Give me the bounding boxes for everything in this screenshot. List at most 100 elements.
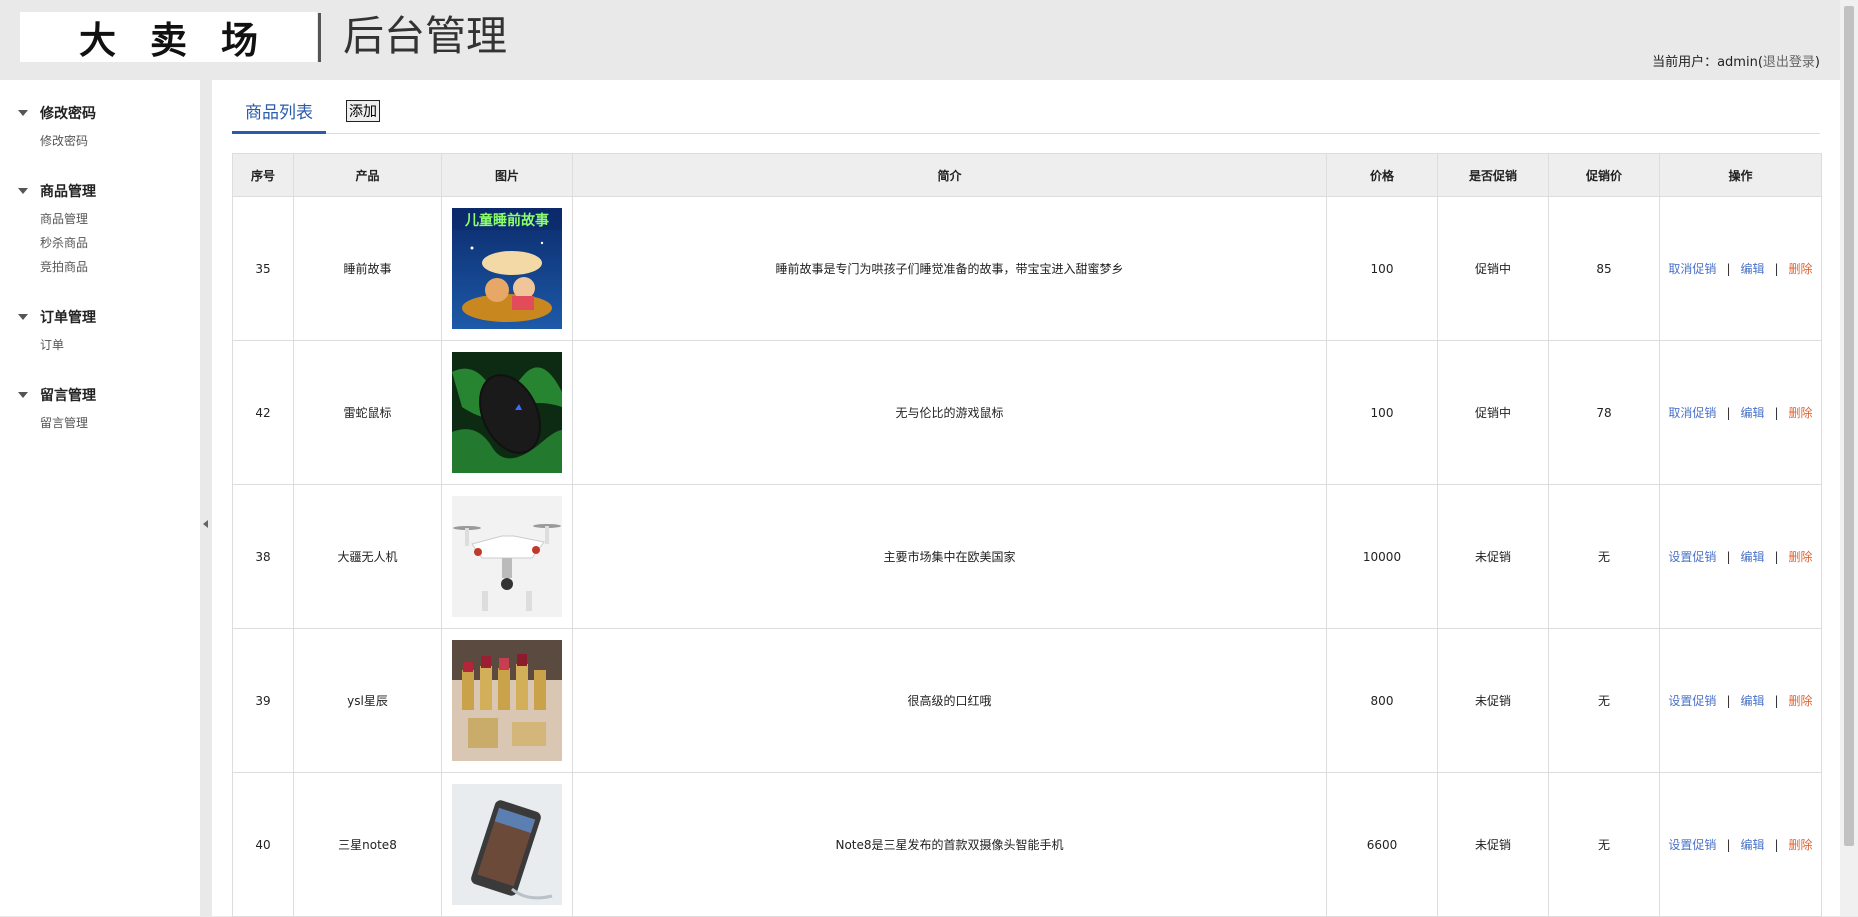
cell-description: 很高级的口红哦 xyxy=(572,628,1327,773)
product-image-lipstick xyxy=(452,640,562,761)
sidebar-group-header[interactable]: 修改密码 xyxy=(0,101,200,125)
table-row: 35 睡前故事 儿童睡前故事 睡前故事是专门为哄孩子们睡觉准备的故事，带宝宝进入… xyxy=(232,196,1822,341)
table-row: 40 三星note8 Note8是三星发布的首款双摄像头智能手机 6600 未促… xyxy=(232,772,1822,917)
column-header: 图片 xyxy=(441,153,573,197)
column-header: 操作 xyxy=(1659,153,1822,197)
sidebar-item-products[interactable]: 商品管理 xyxy=(0,207,200,231)
caret-down-icon xyxy=(18,188,28,194)
cell-promo-status: 未促销 xyxy=(1437,628,1549,773)
cell-description: 无与伦比的游戏鼠标 xyxy=(572,340,1327,485)
cancel-promo-link[interactable]: 取消促销 xyxy=(1668,406,1716,420)
sidebar-item-auction[interactable]: 竞拍商品 xyxy=(0,255,200,279)
cell-image xyxy=(441,340,573,485)
logout-link[interactable]: 退出登录 xyxy=(1763,55,1815,70)
set-promo-link[interactable]: 设置促销 xyxy=(1668,550,1716,564)
cell-actions: 设置促销 | 编辑 | 删除 xyxy=(1659,484,1822,629)
column-header: 序号 xyxy=(232,153,294,197)
set-promo-link[interactable]: 设置促销 xyxy=(1668,694,1716,708)
set-promo-link[interactable]: 设置促销 xyxy=(1668,838,1716,852)
separator: | xyxy=(1726,694,1731,708)
separator: | xyxy=(1774,550,1779,564)
edit-link[interactable]: 编辑 xyxy=(1740,694,1764,708)
cell-image: 儿童睡前故事 xyxy=(441,196,573,341)
scrollbar-thumb[interactable] xyxy=(1844,6,1854,846)
separator: | xyxy=(1726,838,1731,852)
cell-promo-price: 无 xyxy=(1548,484,1660,629)
cell-promo-price: 85 xyxy=(1548,196,1660,341)
delete-link[interactable]: 删除 xyxy=(1789,550,1813,564)
table-row: 39 ysl星辰 很高级的口红哦 800 未促销 无 设置促销 | 编辑 | 删… xyxy=(232,628,1822,773)
current-user-label: 当前用户：admin( xyxy=(1652,55,1763,70)
cell-promo-price: 无 xyxy=(1548,772,1660,917)
logo-text: 大卖场 xyxy=(79,18,292,62)
caret-down-icon xyxy=(18,314,28,320)
sidebar-item-flash-sale[interactable]: 秒杀商品 xyxy=(0,231,200,255)
cell-price: 100 xyxy=(1326,196,1438,341)
sidebar-group-title: 订单管理 xyxy=(40,310,96,326)
sidebar-group-title: 留言管理 xyxy=(40,388,96,404)
cell-description: 主要市场集中在欧美国家 xyxy=(572,484,1327,629)
column-header: 价格 xyxy=(1326,153,1438,197)
collapse-arrow-icon[interactable] xyxy=(203,520,208,528)
cell-id: 40 xyxy=(232,772,294,917)
cell-description: Note8是三星发布的首款双摄像头智能手机 xyxy=(572,772,1327,917)
cell-price: 10000 xyxy=(1326,484,1438,629)
product-image-drone xyxy=(452,496,562,617)
page-scrollbar[interactable] xyxy=(1840,0,1858,916)
sidebar-item-change-password[interactable]: 修改密码 xyxy=(0,129,200,153)
edit-link[interactable]: 编辑 xyxy=(1740,838,1764,852)
tab-product-list[interactable]: 商品列表 xyxy=(232,90,326,134)
cell-price: 100 xyxy=(1326,340,1438,485)
header-divider xyxy=(318,13,321,62)
cell-actions: 设置促销 | 编辑 | 删除 xyxy=(1659,628,1822,773)
product-image-phone xyxy=(452,784,562,905)
column-header: 简介 xyxy=(572,153,1327,197)
product-image-mouse xyxy=(452,352,562,473)
edit-link[interactable]: 编辑 xyxy=(1740,550,1764,564)
sidebar-group-header[interactable]: 订单管理 xyxy=(0,305,200,329)
tab-bar: 商品列表 添加 xyxy=(232,90,1820,134)
sidebar-group-header[interactable]: 留言管理 xyxy=(0,383,200,407)
cell-image xyxy=(441,484,573,629)
separator: | xyxy=(1774,838,1779,852)
column-header: 促销价 xyxy=(1548,153,1660,197)
separator: | xyxy=(1774,694,1779,708)
cell-id: 38 xyxy=(232,484,294,629)
cell-promo-price: 78 xyxy=(1548,340,1660,485)
table-header-row: 序号 产品 图片 简介 价格 是否促销 促销价 操作 xyxy=(232,153,1822,197)
sidebar: 修改密码 修改密码 商品管理 商品管理 秒杀商品 竞拍商品 订单管理 订单 留言… xyxy=(0,80,200,916)
cell-product: ysl星辰 xyxy=(293,628,442,773)
cell-price: 6600 xyxy=(1326,772,1438,917)
delete-link[interactable]: 删除 xyxy=(1789,262,1813,276)
header: 大卖场 后台管理 当前用户：admin(退出登录) xyxy=(0,0,1840,80)
cell-image xyxy=(441,772,573,917)
delete-link[interactable]: 删除 xyxy=(1789,838,1813,852)
sidebar-item-orders[interactable]: 订单 xyxy=(0,333,200,357)
table-row: 42 雷蛇鼠标 无与伦比的游戏鼠标 100 促销中 78 取消促销 | 编辑 |… xyxy=(232,340,1822,485)
product-image-storybook: 儿童睡前故事 xyxy=(452,208,562,329)
sidebar-collapse-bar[interactable] xyxy=(200,80,212,916)
sidebar-item-messages[interactable]: 留言管理 xyxy=(0,411,200,435)
cell-product: 睡前故事 xyxy=(293,196,442,341)
separator: | xyxy=(1726,550,1731,564)
product-image-caption: 儿童睡前故事 xyxy=(464,212,549,229)
current-user: 当前用户：admin(退出登录) xyxy=(1652,51,1820,70)
delete-link[interactable]: 删除 xyxy=(1789,406,1813,420)
page-title: 后台管理 xyxy=(343,12,507,60)
cell-actions: 取消促销 | 编辑 | 删除 xyxy=(1659,196,1822,341)
cancel-promo-link[interactable]: 取消促销 xyxy=(1668,262,1716,276)
cell-product: 雷蛇鼠标 xyxy=(293,340,442,485)
edit-link[interactable]: 编辑 xyxy=(1740,262,1764,276)
separator: | xyxy=(1774,262,1779,276)
separator: | xyxy=(1726,262,1731,276)
column-header: 是否促销 xyxy=(1437,153,1549,197)
separator: | xyxy=(1726,406,1731,420)
delete-link[interactable]: 删除 xyxy=(1789,694,1813,708)
sidebar-group-header[interactable]: 商品管理 xyxy=(0,179,200,203)
add-button[interactable]: 添加 xyxy=(346,100,380,122)
cell-promo-status: 未促销 xyxy=(1437,484,1549,629)
edit-link[interactable]: 编辑 xyxy=(1740,406,1764,420)
cell-promo-price: 无 xyxy=(1548,628,1660,773)
table-row: 38 大疆无人机 主要市场集中在欧美国家 10000 未促销 无 设置促销 | … xyxy=(232,484,1822,629)
cell-price: 800 xyxy=(1326,628,1438,773)
